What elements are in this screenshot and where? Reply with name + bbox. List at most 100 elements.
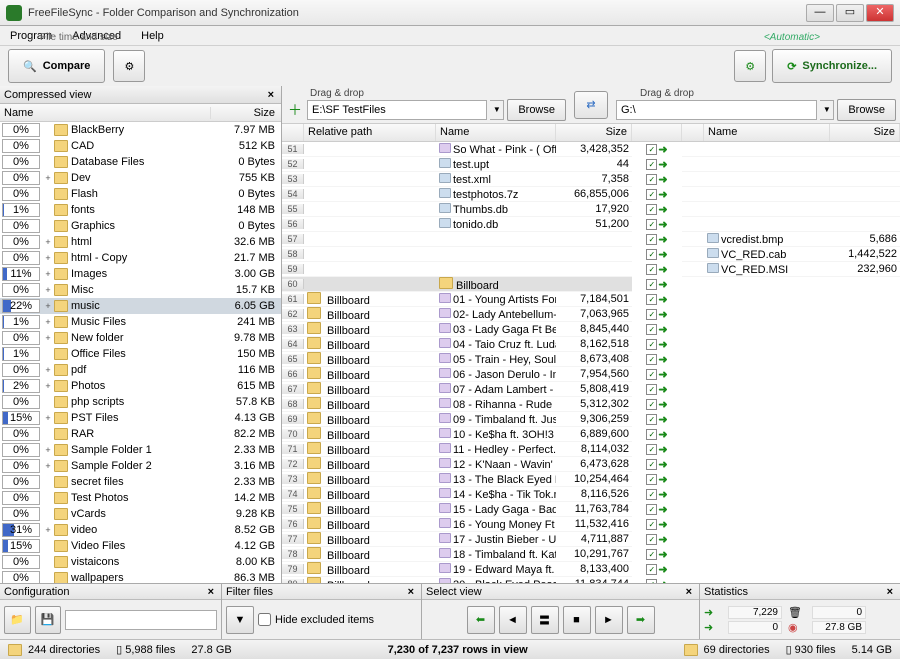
grid-row[interactable]: 71 Billboard11 - Hedley - Perfect.mp8,11…: [282, 442, 632, 457]
config-name-input[interactable]: [65, 610, 217, 630]
compare-settings-button[interactable]: ⚙: [113, 50, 145, 82]
sync-direction-icon[interactable]: ➜: [658, 398, 667, 411]
tree-row[interactable]: 0%Flash0 Bytes: [0, 186, 281, 202]
sync-direction-icon[interactable]: ➜: [658, 518, 667, 531]
include-checkbox[interactable]: ✓: [646, 249, 657, 260]
tree-row[interactable]: 0%RAR82.2 MB: [0, 426, 281, 442]
filter-panel-close[interactable]: ×: [405, 586, 417, 598]
tree-row[interactable]: 0%+html - Copy21.7 MB: [0, 250, 281, 266]
tree-row[interactable]: 0%wallpapers86.3 MB: [0, 570, 281, 583]
view-conflict-button[interactable]: ■: [563, 606, 591, 634]
sync-direction-icon[interactable]: ➜: [658, 413, 667, 426]
sync-direction-icon[interactable]: ➜: [658, 173, 667, 186]
synchronize-button[interactable]: ⟳ Synchronize...: [772, 49, 892, 83]
grid-row[interactable]: 61 Billboard01 - Young Artists For Ha7,1…: [282, 292, 632, 307]
include-checkbox[interactable]: ✓: [646, 144, 657, 155]
sync-direction-icon[interactable]: ➜: [658, 368, 667, 381]
sync-direction-icon[interactable]: ➜: [658, 458, 667, 471]
include-checkbox[interactable]: ✓: [646, 309, 657, 320]
tree-row[interactable]: 1%fonts148 MB: [0, 202, 281, 218]
grid-row[interactable]: 65 Billboard05 - Train - Hey, Soul Sis8,…: [282, 352, 632, 367]
open-config-button[interactable]: 📁: [4, 606, 31, 634]
config-panel-close[interactable]: ×: [205, 586, 217, 598]
grid-row[interactable]: 69 Billboard09 - Timbaland ft. Justin9,3…: [282, 412, 632, 427]
sync-direction-icon[interactable]: ➜: [658, 158, 667, 171]
expand-icon[interactable]: +: [42, 301, 54, 311]
grid-row[interactable]: 62 Billboard02- Lady Antebellum- H7,063,…: [282, 307, 632, 322]
tree-row[interactable]: 22%+music6.05 GB: [0, 298, 281, 314]
include-checkbox[interactable]: ✓: [646, 414, 657, 425]
grid-row[interactable]: [682, 157, 900, 172]
tree-row[interactable]: 0%Graphics0 Bytes: [0, 218, 281, 234]
include-checkbox[interactable]: ✓: [646, 459, 657, 470]
tree-row[interactable]: 0%+Dev755 KB: [0, 170, 281, 186]
include-checkbox[interactable]: ✓: [646, 354, 657, 365]
sync-direction-icon[interactable]: ➜: [658, 248, 667, 261]
expand-icon[interactable]: +: [42, 381, 54, 391]
include-checkbox[interactable]: ✓: [646, 429, 657, 440]
expand-icon[interactable]: +: [42, 365, 54, 375]
sync-direction-icon[interactable]: ➜: [658, 548, 667, 561]
sync-direction-icon[interactable]: ➜: [658, 233, 667, 246]
left-panel-close[interactable]: ×: [265, 89, 277, 101]
grid-row[interactable]: 59: [282, 262, 632, 277]
menu-help[interactable]: Help: [137, 28, 168, 44]
sync-direction-icon[interactable]: ➜: [658, 218, 667, 231]
grid-row[interactable]: 64 Billboard04 - Taio Cruz ft. Ludacri8,…: [282, 337, 632, 352]
include-checkbox[interactable]: ✓: [646, 489, 657, 500]
grid-row[interactable]: 70 Billboard10 - Ke$ha ft. 3OH!3 - Bla6,…: [282, 427, 632, 442]
select-view-close[interactable]: ×: [683, 586, 695, 598]
expand-icon[interactable]: +: [42, 333, 54, 343]
include-checkbox[interactable]: ✓: [646, 264, 657, 275]
sync-direction-icon[interactable]: ➜: [658, 308, 667, 321]
sync-direction-icon[interactable]: ➜: [658, 428, 667, 441]
grid-row[interactable]: VC_RED.cab1,442,522: [682, 247, 900, 262]
include-checkbox[interactable]: ✓: [646, 534, 657, 545]
sync-direction-icon[interactable]: ➜: [658, 323, 667, 336]
grid-row[interactable]: 75 Billboard15 - Lady Gaga - Bad Rom11,7…: [282, 502, 632, 517]
grid-row[interactable]: 74 Billboard14 - Ke$ha - Tik Tok.mp8,116…: [282, 487, 632, 502]
grid-row[interactable]: 60Billboard: [282, 277, 632, 292]
statistics-close[interactable]: ×: [884, 586, 896, 598]
tree-row[interactable]: 31%+video8.52 GB: [0, 522, 281, 538]
grid-row[interactable]: 66 Billboard06 - Jason Derulo - In My7,9…: [282, 367, 632, 382]
filter-settings-button[interactable]: ▼: [226, 606, 254, 634]
view-create-right-button[interactable]: ➡: [627, 606, 655, 634]
right-path-input[interactable]: [616, 100, 817, 120]
grid-row[interactable]: 58: [282, 247, 632, 262]
grid-row[interactable]: 56tonido.db51,200: [282, 217, 632, 232]
compare-button[interactable]: 🔍 Compare: [8, 49, 105, 83]
left-path-input[interactable]: [307, 100, 487, 120]
include-checkbox[interactable]: ✓: [646, 504, 657, 515]
tree-row[interactable]: 0%+Misc15.7 KB: [0, 282, 281, 298]
right-browse-button[interactable]: Browse: [837, 99, 896, 121]
maximize-button[interactable]: ▭: [836, 4, 864, 22]
expand-icon[interactable]: +: [42, 461, 54, 471]
sync-settings-button[interactable]: ⚙: [734, 50, 766, 82]
expand-icon[interactable]: +: [42, 237, 54, 247]
grid-row[interactable]: [682, 202, 900, 217]
expand-icon[interactable]: +: [42, 413, 54, 423]
include-checkbox[interactable]: ✓: [646, 519, 657, 530]
left-path-dropdown[interactable]: ▼: [490, 100, 504, 120]
grid-row[interactable]: [682, 217, 900, 232]
expand-icon[interactable]: +: [42, 445, 54, 455]
include-checkbox[interactable]: ✓: [646, 159, 657, 170]
sync-direction-icon[interactable]: ➜: [658, 473, 667, 486]
left-browse-button[interactable]: Browse: [507, 99, 566, 121]
save-config-button[interactable]: 💾: [35, 606, 62, 634]
tree-row[interactable]: 0%+Sample Folder 12.33 MB: [0, 442, 281, 458]
grid-row[interactable]: 78 Billboard18 - Timbaland ft. Katy P10,…: [282, 547, 632, 562]
col-name-right[interactable]: Name: [704, 124, 830, 141]
include-checkbox[interactable]: ✓: [646, 564, 657, 575]
expand-icon[interactable]: +: [42, 285, 54, 295]
sync-direction-icon[interactable]: ➜: [658, 188, 667, 201]
include-checkbox[interactable]: ✓: [646, 204, 657, 215]
grid-row[interactable]: 53test.xml7,358: [282, 172, 632, 187]
include-checkbox[interactable]: ✓: [646, 324, 657, 335]
sync-direction-icon[interactable]: ➜: [658, 338, 667, 351]
tree-col-size[interactable]: Size: [211, 107, 281, 119]
tree-row[interactable]: 0%vistaicons8.00 KB: [0, 554, 281, 570]
grid-row[interactable]: 72 Billboard12 - K'Naan - Wavin' Fla6,47…: [282, 457, 632, 472]
add-folder-icon[interactable]: ＋: [286, 101, 304, 119]
